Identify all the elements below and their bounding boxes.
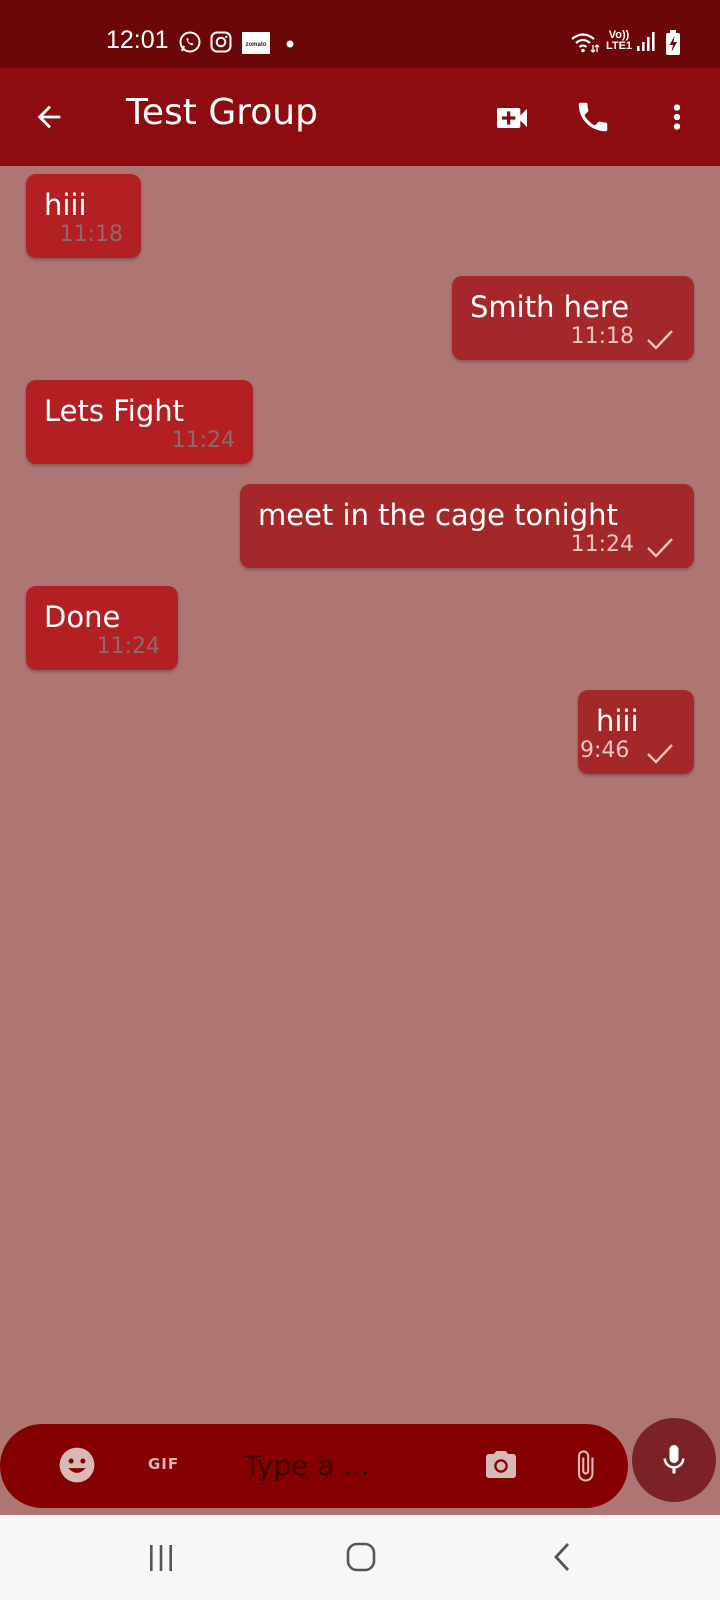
message-time: 11:24 [570,532,634,557]
more-vert-icon[interactable] [658,98,696,136]
message-bubble-outgoing[interactable]: hiii 9:46 [578,690,694,774]
message-time: 9:46 [580,738,630,763]
dot-icon [286,40,294,48]
volte-line2: LTE1 [605,40,633,52]
back-icon[interactable] [550,1541,574,1573]
whatsapp-icon [179,31,201,53]
message-text: Done [44,600,121,634]
wifi-icon [571,33,600,53]
message-text: Lets Fight [44,394,184,428]
chat-header: Test Group [0,68,720,166]
message-input[interactable] [244,1442,464,1488]
message-composer: GIF [0,1424,628,1508]
gif-button[interactable]: GIF [148,1455,179,1473]
message-bubble-incoming[interactable]: Done 11:24 [26,586,178,670]
instagram-icon [210,31,232,53]
message-time: 11:18 [570,324,634,349]
message-text: meet in the cage tonight [258,498,618,532]
signal-icon [637,32,655,51]
zomato-icon: zomato [242,32,270,54]
check-icon [647,538,673,558]
message-bubble-incoming[interactable]: Lets Fight 11:24 [26,380,253,464]
system-nav-bar [0,1515,720,1600]
mic-icon [663,1445,685,1474]
check-icon [647,744,673,764]
video-call-icon[interactable] [492,98,532,138]
battery-charging-icon [666,30,680,55]
check-icon [647,330,673,350]
attach-icon[interactable] [568,1444,602,1488]
camera-icon[interactable] [482,1448,520,1484]
message-bubble-outgoing[interactable]: meet in the cage tonight 11:24 [240,484,694,568]
group-title[interactable]: Test Group [126,92,318,133]
back-arrow-icon[interactable] [32,100,66,134]
message-text: Smith here [470,290,630,324]
phone-icon[interactable] [574,98,612,136]
message-text: hiii [596,704,639,738]
zomato-logo-text: zomato [246,42,267,48]
status-bar: 12:01 zomato Vo)) LTE1 [0,0,720,68]
recents-icon[interactable] [146,1543,176,1573]
message-list[interactable]: hiii 11:18 Smith here 11:18 Lets Fight 1… [0,166,720,1424]
mic-button[interactable] [632,1418,716,1502]
message-text: hiii [44,188,87,222]
message-time: 11:24 [171,428,235,453]
message-time: 11:24 [96,634,160,659]
home-icon[interactable] [345,1541,377,1573]
status-time: 12:01 [106,26,169,54]
message-bubble-outgoing[interactable]: Smith here 11:18 [452,276,694,360]
message-bubble-incoming[interactable]: hiii 11:18 [26,174,141,258]
volte-icon: Vo)) LTE1 [604,30,634,52]
emoji-icon[interactable] [58,1446,96,1484]
message-time: 11:18 [59,222,123,247]
